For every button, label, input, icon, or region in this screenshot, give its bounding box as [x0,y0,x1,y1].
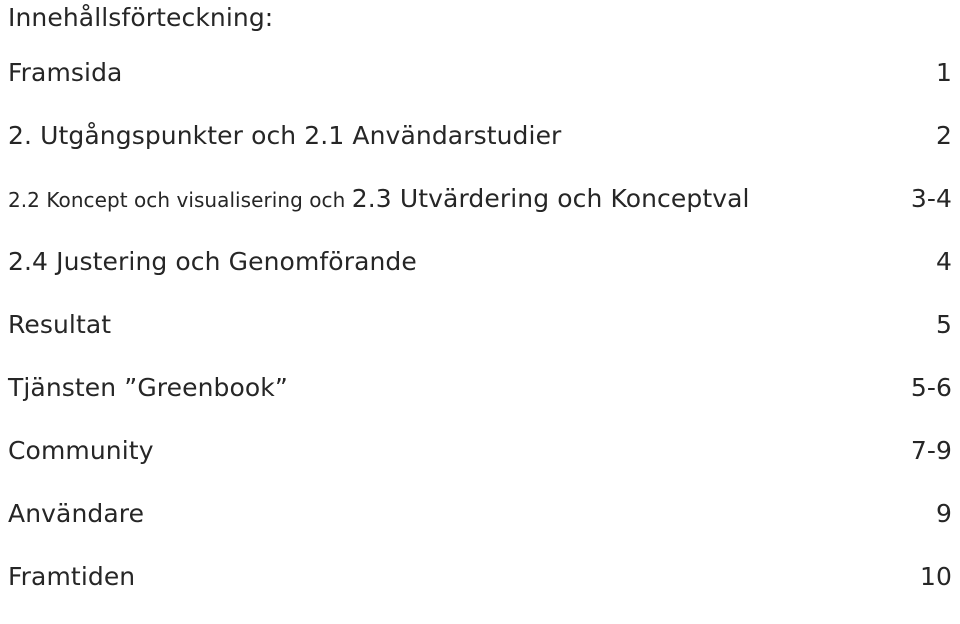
toc-entry[interactable]: Användare 9 [0,498,960,561]
toc-entry-label: Resultat [8,310,112,339]
toc-entry-page-number: 3-4 [910,184,952,213]
toc-entry[interactable]: Community 7-9 [0,435,960,498]
toc-entry-label: 2.2 Koncept och visualisering och 2.3 Ut… [8,183,750,216]
toc-entry-page-number: 7-9 [910,436,952,465]
toc-entry-label: Framsida [8,58,123,87]
toc-entry-label-main-run: 2.3 Utvärdering och Konceptval [351,184,750,213]
document-page: Innehållsförteckning: Framsida 1 2. Utgång… [0,0,960,591]
toc-entry[interactable]: Framtiden 10 [0,561,960,624]
toc-entry-label: Community [8,436,154,465]
toc-entry-page-number: 4 [935,247,952,276]
toc-entry[interactable]: Resultat 5 [0,309,960,372]
toc-entry-page-number: 5 [935,310,952,339]
toc-entry-page-number: 2 [935,121,952,150]
page-title: Innehållsförteckning: [8,3,274,32]
toc-entry-label: 2.4 Justering och Genomförande [8,247,417,276]
toc-entry-page-number: 10 [919,562,952,591]
toc-entry-page-number: 1 [935,58,952,87]
toc-entry-page-number: 9 [935,499,952,528]
toc-entry-page-number: 5-6 [910,373,952,402]
toc-entry[interactable]: Framsida 1 [0,57,960,120]
toc-entry-label: Framtiden [8,562,136,591]
toc-entry-label: Användare [8,499,145,528]
toc-entry[interactable]: Tjänsten ”Greenbook” 5-6 [0,372,960,435]
toc-entry-label: Tjänsten ”Greenbook” [8,373,288,402]
toc-entry[interactable]: 2.2 Koncept och visualisering och 2.3 Ut… [0,183,960,246]
toc-entry-label: 2. Utgångspunkter och 2.1 Användarstudie… [8,121,562,150]
toc-entry[interactable]: 2.4 Justering och Genomförande 4 [0,246,960,309]
toc-entry[interactable]: 2. Utgångspunkter och 2.1 Användarstudie… [0,120,960,183]
table-of-contents: Framsida 1 2. Utgångspunkter och 2.1 Använ… [0,57,960,624]
toc-entry-label-small-run: 2.2 Koncept och visualisering och [8,188,352,212]
